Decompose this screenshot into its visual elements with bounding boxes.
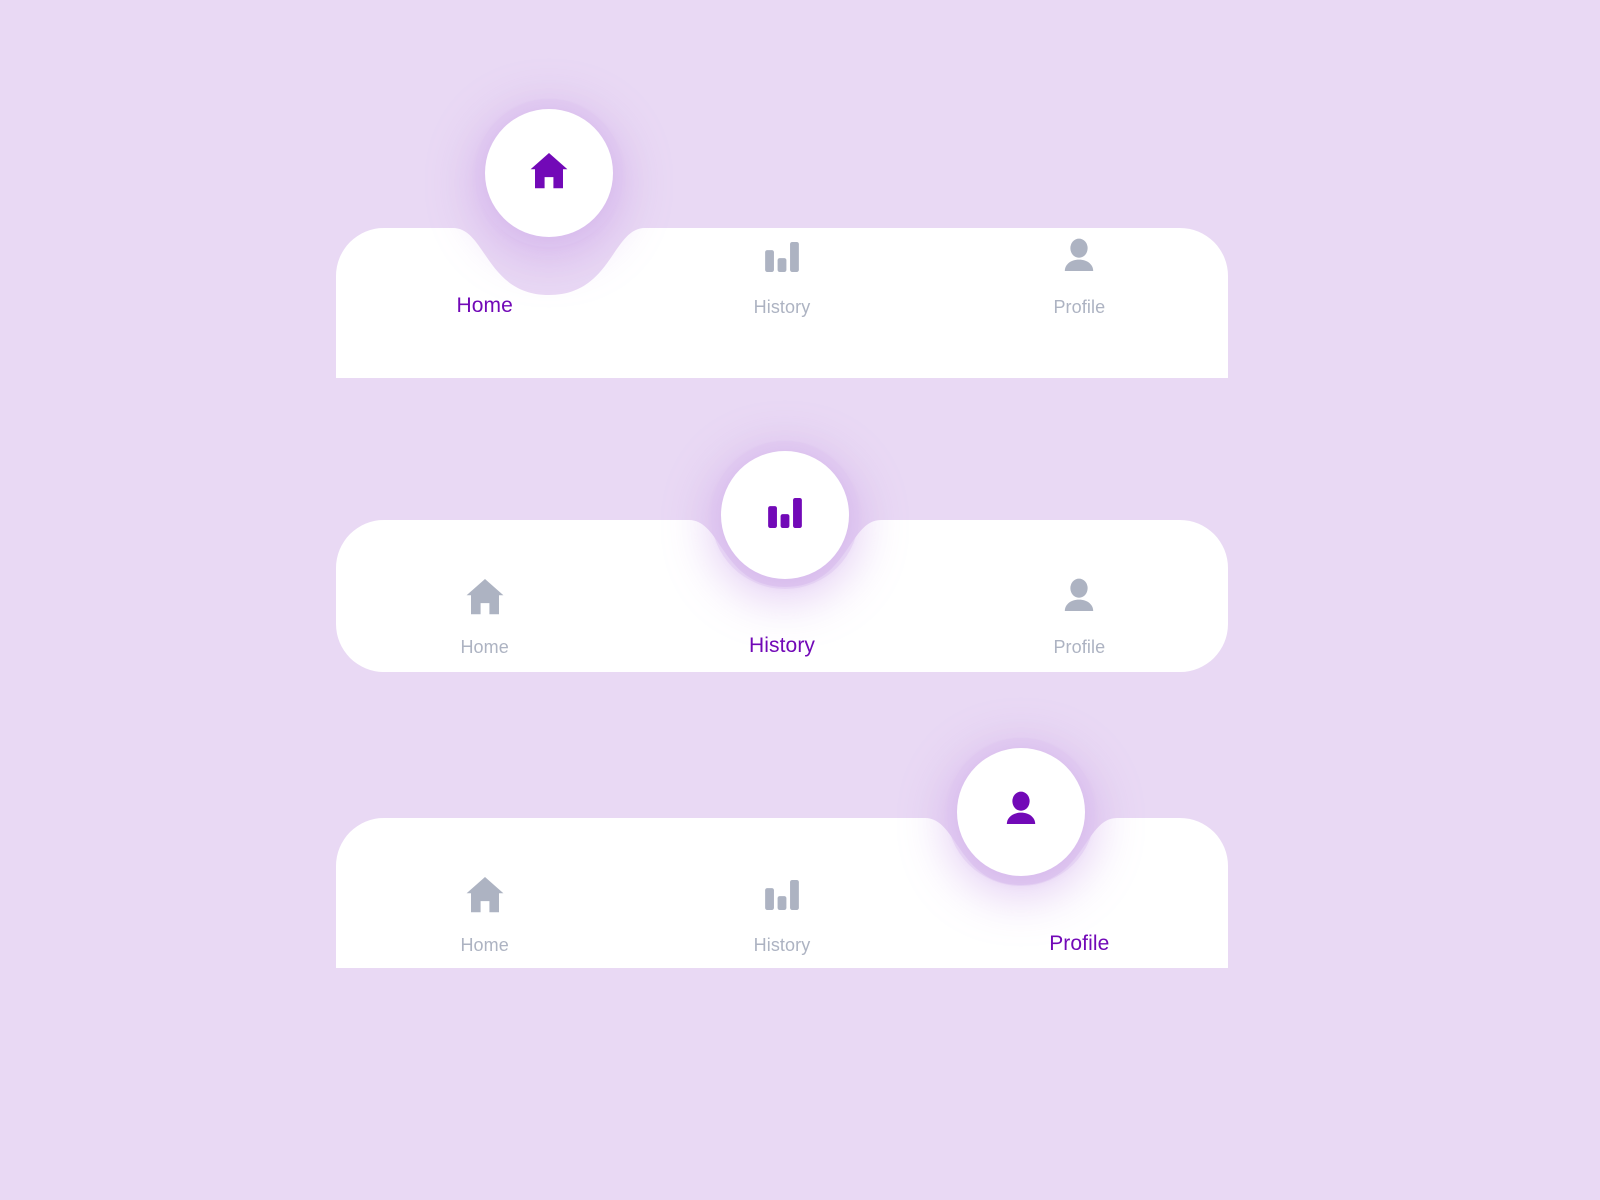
nav-item-history[interactable]: History (633, 570, 930, 656)
nav-item-label: Profile (1053, 637, 1106, 657)
nav-item-row: Home History Profile (336, 230, 1228, 316)
nav-item-label: Profile (1053, 297, 1106, 317)
home-icon (462, 868, 508, 922)
nav-item-history[interactable]: History (633, 868, 930, 954)
bottom-nav-history-state: Home History Profile (336, 440, 1228, 680)
bar-chart-icon (759, 230, 805, 284)
person-icon (1056, 230, 1102, 284)
nav-item-home[interactable]: Home (336, 570, 633, 656)
nav-item-history[interactable]: History (633, 230, 930, 316)
nav-item-label: History (753, 935, 811, 955)
nav-item-profile[interactable]: Profile (931, 230, 1228, 316)
active-tab-fab-home[interactable] (485, 109, 613, 237)
nav-item-row: Home History Profile (336, 570, 1228, 656)
bar-chart-icon (762, 490, 808, 541)
nav-item-label: Home (456, 294, 513, 317)
active-tab-fab-history[interactable] (721, 451, 849, 579)
navbar-showcase: Home History Profile Home History Profil… (0, 0, 1600, 1200)
home-icon (462, 570, 508, 624)
bottom-nav-profile-state: Home History Profile (336, 700, 1228, 980)
nav-item-label: Home (460, 637, 509, 657)
home-icon (526, 148, 572, 199)
nav-item-label: Home (460, 935, 509, 955)
bottom-nav-home-state: Home History Profile (336, 109, 1228, 390)
nav-item-profile[interactable]: Profile (931, 570, 1228, 656)
person-icon (998, 787, 1044, 838)
nav-item-label: History (748, 634, 816, 657)
nav-item-label: History (753, 297, 811, 317)
nav-item-label: Profile (1049, 932, 1110, 955)
bar-chart-icon (759, 868, 805, 922)
nav-item-home[interactable]: Home (336, 868, 633, 954)
person-icon (1056, 570, 1102, 624)
nav-item-home[interactable]: Home (336, 230, 633, 316)
nav-item-row: Home History Profile (336, 868, 1228, 954)
active-tab-fab-profile[interactable] (957, 748, 1085, 876)
nav-item-profile[interactable]: Profile (931, 868, 1228, 954)
